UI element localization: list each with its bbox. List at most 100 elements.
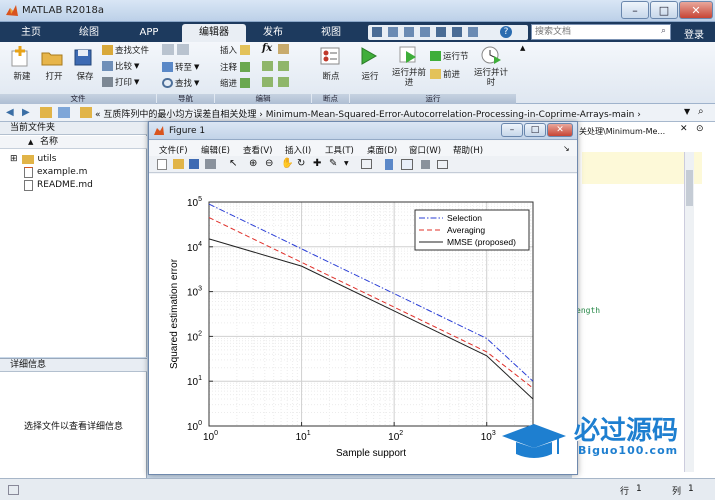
brush-icon[interactable]: ✎	[329, 158, 337, 169]
tab-view[interactable]: 视图	[303, 24, 359, 42]
indent-button[interactable]: 缩进	[220, 77, 251, 89]
tab-editor[interactable]: 编辑器	[182, 24, 246, 42]
figure-menu-help[interactable]: 帮助(H)	[453, 144, 483, 156]
smart-indent-icon[interactable]	[262, 77, 273, 87]
status-layout-icon[interactable]	[8, 485, 19, 495]
figure-maximize-button[interactable]: □	[524, 123, 546, 137]
comment-button[interactable]: 注释	[220, 61, 251, 73]
breakpoints-button[interactable]: 断点	[318, 45, 344, 82]
run-time-button[interactable]: 运行并计时	[474, 45, 508, 88]
run-advance-button[interactable]: 运行并前进	[392, 45, 426, 88]
tab-plots[interactable]: 绘图	[62, 24, 116, 42]
figure-menu-view[interactable]: 查看(V)	[243, 144, 272, 156]
advance-button[interactable]: 前进	[430, 68, 460, 80]
tab-publish[interactable]: 发布	[249, 24, 297, 42]
hide-tools-icon[interactable]	[421, 160, 430, 169]
save-quick-icon[interactable]	[372, 27, 382, 37]
print-figure-icon[interactable]	[205, 159, 216, 169]
file-row-readme[interactable]: README.md	[24, 179, 93, 191]
login-button[interactable]: 登录	[684, 26, 704, 41]
open-folder-icon	[41, 52, 63, 66]
search-docs-input[interactable]	[531, 24, 671, 40]
editor-scroll-thumb[interactable]	[686, 170, 693, 206]
file-row-utils[interactable]: ⊞ utils	[10, 153, 56, 165]
edit-extra-icon-1[interactable]	[278, 44, 289, 54]
save-button[interactable]: 保存	[71, 45, 99, 82]
sort-icon[interactable]: ▲	[28, 138, 33, 146]
find-files-button[interactable]: 查找文件	[102, 44, 149, 56]
up-folder-icon[interactable]	[40, 107, 52, 118]
x-axis-label: Sample support	[336, 448, 406, 459]
forward-nav-icon[interactable]	[177, 44, 189, 55]
expand-plus-icon[interactable]: ⊞	[10, 154, 18, 164]
switch-windows-quick-icon[interactable]	[468, 27, 478, 37]
redo-quick-icon[interactable]	[452, 27, 462, 37]
run-button[interactable]: 运行	[356, 45, 384, 82]
forward-arrow-icon[interactable]: ▶	[22, 107, 30, 118]
search-folder-icon[interactable]: ⌕	[698, 106, 704, 117]
back-nav-icon[interactable]	[162, 44, 174, 55]
show-tools-icon[interactable]	[437, 160, 448, 169]
col-label: 列	[672, 487, 682, 497]
figure-menu-file[interactable]: 文件(F)	[159, 144, 188, 156]
zoom-out-icon[interactable]: ⊖	[265, 158, 273, 169]
figure-menu-dock-icon[interactable]: ↘	[563, 144, 570, 153]
insert-button[interactable]: 插入	[220, 44, 251, 56]
data-cursor-icon[interactable]: ✚	[313, 158, 321, 169]
figure-close-button[interactable]: ✕	[547, 123, 573, 137]
browse-folder-icon[interactable]	[58, 107, 70, 118]
colorbar-icon[interactable]	[385, 159, 393, 170]
undo-quick-icon[interactable]	[436, 27, 446, 37]
editor-panel-close-icon[interactable]: ✕	[680, 124, 688, 134]
edit-plot-icon[interactable]: ↖	[229, 158, 237, 169]
advance-icon	[430, 69, 441, 79]
figure-menu-desktop[interactable]: 桌面(D)	[367, 144, 397, 156]
brush-dropdown-icon[interactable]: ▼	[344, 160, 349, 167]
help-icon[interactable]: ?	[500, 26, 512, 38]
address-dropdown-icon[interactable]: ▼	[684, 107, 690, 116]
find-button[interactable]: 查找 ▼	[162, 77, 199, 89]
paste-quick-icon[interactable]	[420, 27, 430, 37]
edit-extra-icon-3[interactable]	[278, 77, 289, 87]
file-row-example[interactable]: example.m	[24, 166, 87, 178]
save-figure-icon[interactable]	[189, 159, 199, 169]
figure-menu-insert[interactable]: 插入(I)	[285, 144, 311, 156]
maximize-button[interactable]: □	[650, 1, 678, 19]
tab-home[interactable]: 主页	[4, 24, 58, 42]
back-arrow-icon[interactable]: ◀	[6, 107, 14, 118]
address-path[interactable]: « 互质阵列中的最小均方误差自相关处理 › Minimum-Mean-Squar…	[95, 107, 641, 120]
copy-quick-icon[interactable]	[404, 27, 414, 37]
minimize-button[interactable]: –	[621, 1, 649, 19]
figure-menu-tools[interactable]: 工具(T)	[325, 144, 354, 156]
wrap-comments-icon[interactable]	[262, 61, 273, 71]
rotate-3d-icon[interactable]: ↻	[297, 158, 305, 169]
col-value: 1	[688, 484, 694, 494]
name-column-header[interactable]: 名称	[0, 136, 147, 149]
figure-minimize-button[interactable]: –	[501, 123, 523, 137]
edit-extra-icon-2[interactable]	[278, 61, 289, 71]
figure-menu-window[interactable]: 窗口(W)	[409, 144, 441, 156]
goto-button[interactable]: 转至 ▼	[162, 61, 199, 73]
figure-title-bar[interactable]: Figure 1 关处理\Minimum-Me... – □ ✕	[149, 122, 665, 140]
open-file-icon[interactable]	[173, 159, 184, 169]
figure-menu-edit[interactable]: 编辑(E)	[201, 144, 230, 156]
open-label: 打开	[45, 72, 63, 82]
legend-icon[interactable]	[401, 159, 413, 170]
close-button[interactable]: ✕	[679, 1, 713, 19]
new-figure-icon[interactable]	[157, 159, 167, 170]
open-button[interactable]: 打开	[40, 45, 68, 82]
compare-button[interactable]: 比较 ▼	[102, 60, 139, 72]
editor-panel-menu-icon[interactable]: ⊙	[696, 124, 704, 134]
run-section-button[interactable]: 运行节	[430, 50, 469, 62]
insert-function-button[interactable]: fx	[262, 43, 272, 54]
pan-icon[interactable]: ✋	[281, 158, 293, 169]
zoom-in-icon[interactable]: ⊕	[249, 158, 257, 169]
print-button[interactable]: 打印 ▼	[102, 76, 139, 88]
folder-icon	[21, 154, 34, 164]
ribbon-collapse-icon[interactable]: ▲	[520, 44, 525, 52]
link-plot-icon[interactable]	[361, 159, 372, 169]
cut-quick-icon[interactable]	[388, 27, 398, 37]
y-tick-label: 104	[187, 241, 202, 254]
tab-apps[interactable]: APP	[120, 24, 178, 42]
new-button[interactable]: 新建	[8, 45, 36, 82]
